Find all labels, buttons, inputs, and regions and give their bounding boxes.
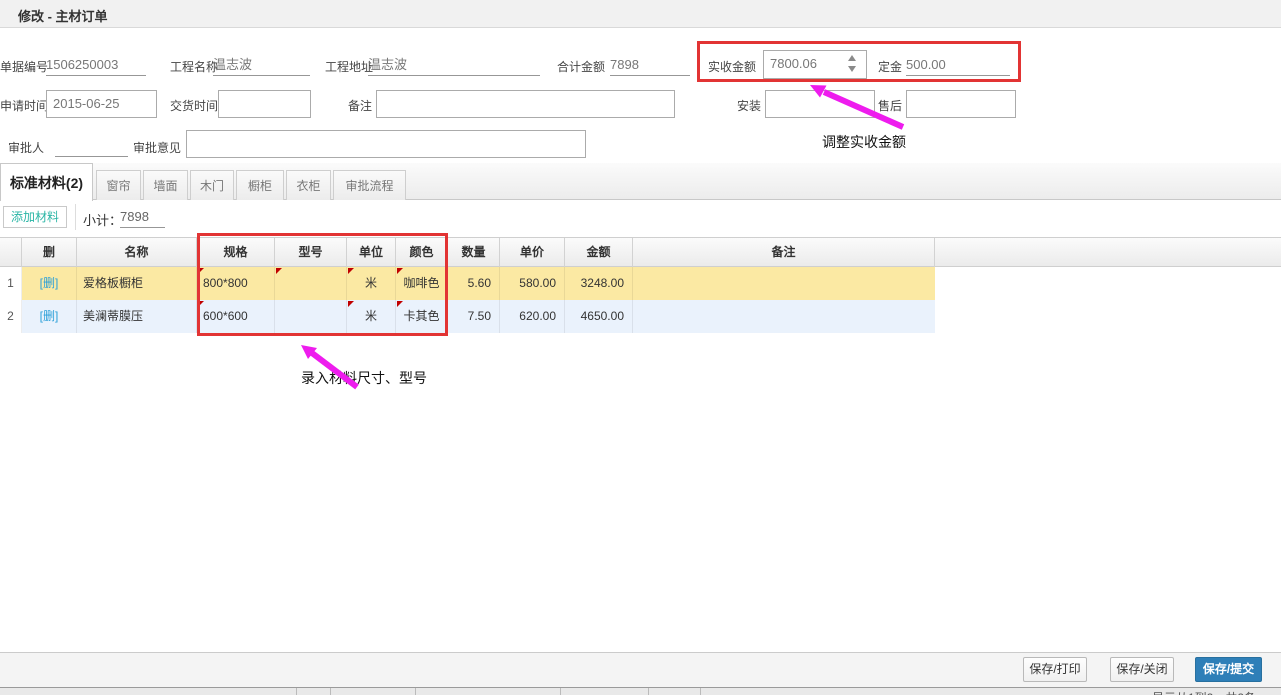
cell-price[interactable]: 620.00 (500, 300, 565, 333)
approver-label: 审批人 (8, 139, 44, 156)
delivery-date-label: 交货时间 (170, 97, 218, 114)
tab-curtain[interactable]: 窗帘 (96, 170, 141, 200)
total-amount-label: 合计金额 (557, 58, 605, 75)
cell-price[interactable]: 580.00 (500, 267, 565, 300)
apply-date-label: 申请时间 (0, 97, 48, 114)
cell-remark[interactable] (633, 267, 935, 300)
table-row[interactable]: 2 [删] 美澜蒂膜压 600*600 米 卡其色 7.50 620.00 46… (0, 300, 935, 333)
project-address-value: 温志波 (368, 55, 540, 76)
project-name-value: 温志波 (213, 55, 310, 76)
apply-date-input[interactable]: 2015-06-25 (46, 90, 157, 118)
approval-opinion-input[interactable] (186, 130, 586, 158)
total-amount-value: 7898 (610, 55, 690, 76)
table-row[interactable]: 1 [删] 爱格板橱柜 800*800 米 咖啡色 5.60 580.00 32… (0, 267, 935, 300)
received-deposit-highlight-box (697, 41, 1021, 82)
toolbar-divider (75, 204, 76, 230)
approver-input[interactable] (55, 136, 128, 157)
install-label: 安装 (737, 97, 761, 114)
material-tabstrip: 标准材料(2) 窗帘 墙面 木门 橱柜 衣柜 审批流程 (0, 163, 1281, 200)
tab-approval-flow[interactable]: 审批流程 (333, 170, 406, 200)
project-address-label: 工程地址 (325, 58, 373, 75)
cell-delete: [删] (22, 300, 77, 333)
install-input[interactable] (765, 90, 875, 118)
pagination-status-partial: 显示从1到2，共2条 (1152, 689, 1256, 695)
project-name-label: 工程名称 (170, 58, 218, 75)
col-rownum (0, 238, 22, 267)
tab-wall[interactable]: 墙面 (143, 170, 188, 200)
tab-standard-materials[interactable]: 标准材料(2) (0, 163, 93, 201)
remark-label: 备注 (348, 97, 372, 114)
cell-name[interactable]: 爱格板橱柜 (77, 267, 197, 300)
annotation-adjust-received: 调整实收金额 (822, 132, 906, 152)
page-title: 修改 - 主材订单 (18, 6, 108, 25)
save-submit-button[interactable]: 保存/提交 (1195, 657, 1262, 682)
spec-columns-highlight-box (197, 233, 448, 336)
cell-amount: 4650.00 (565, 300, 633, 333)
modal-titlebar: 修改 - 主材订单 (0, 0, 1281, 28)
cell-rownum: 1 (0, 267, 22, 300)
annotation-enter-spec-model: 录入材料尺寸、型号 (301, 368, 427, 388)
col-price: 单价 (500, 238, 565, 267)
background-page-sliver: 显示从1到2，共2条 (0, 687, 1281, 695)
delete-row-link[interactable]: [删] (40, 276, 59, 290)
tab-wardrobe[interactable]: 衣柜 (286, 170, 331, 200)
after-sale-label: 售后 (878, 97, 902, 114)
cell-name[interactable]: 美澜蒂膜压 (77, 300, 197, 333)
after-sale-input[interactable] (906, 90, 1016, 118)
cell-delete: [删] (22, 267, 77, 300)
tab-cabinet[interactable]: 橱柜 (236, 170, 284, 200)
subtotal-label: 小计： (83, 210, 122, 229)
cell-rownum: 2 (0, 300, 22, 333)
remark-input[interactable] (376, 90, 675, 118)
save-print-button[interactable]: 保存/打印 (1023, 657, 1087, 682)
delivery-date-input[interactable] (218, 90, 311, 118)
cell-amount: 3248.00 (565, 267, 633, 300)
col-qty: 数量 (448, 238, 500, 267)
delete-row-link[interactable]: [删] (40, 309, 59, 323)
col-remark: 备注 (633, 238, 935, 267)
subtotal-value: 7898 (120, 207, 165, 228)
cell-qty[interactable]: 7.50 (448, 300, 500, 333)
save-close-button[interactable]: 保存/关闭 (1110, 657, 1174, 682)
footer-button-bar (0, 652, 1281, 687)
cell-qty[interactable]: 5.60 (448, 267, 500, 300)
doc-no-label: 单据编号 (0, 58, 48, 75)
col-delete: 删 (22, 238, 77, 267)
add-material-button[interactable]: 添加材料 (3, 206, 67, 228)
col-name: 名称 (77, 238, 197, 267)
col-filler (935, 238, 1281, 267)
col-amount: 金额 (565, 238, 633, 267)
order-edit-modal: 修改 - 主材订单 单据编号 1506250003 工程名称 温志波 工程地址 … (0, 0, 1281, 695)
tab-wood-door[interactable]: 木门 (190, 170, 234, 200)
doc-no-value: 1506250003 (46, 55, 146, 76)
approval-opinion-label: 审批意见 (133, 139, 181, 156)
cell-remark[interactable] (633, 300, 935, 333)
table-header-row: 删 名称 规格 型号 单位 颜色 数量 单价 金额 备注 (0, 237, 1281, 267)
